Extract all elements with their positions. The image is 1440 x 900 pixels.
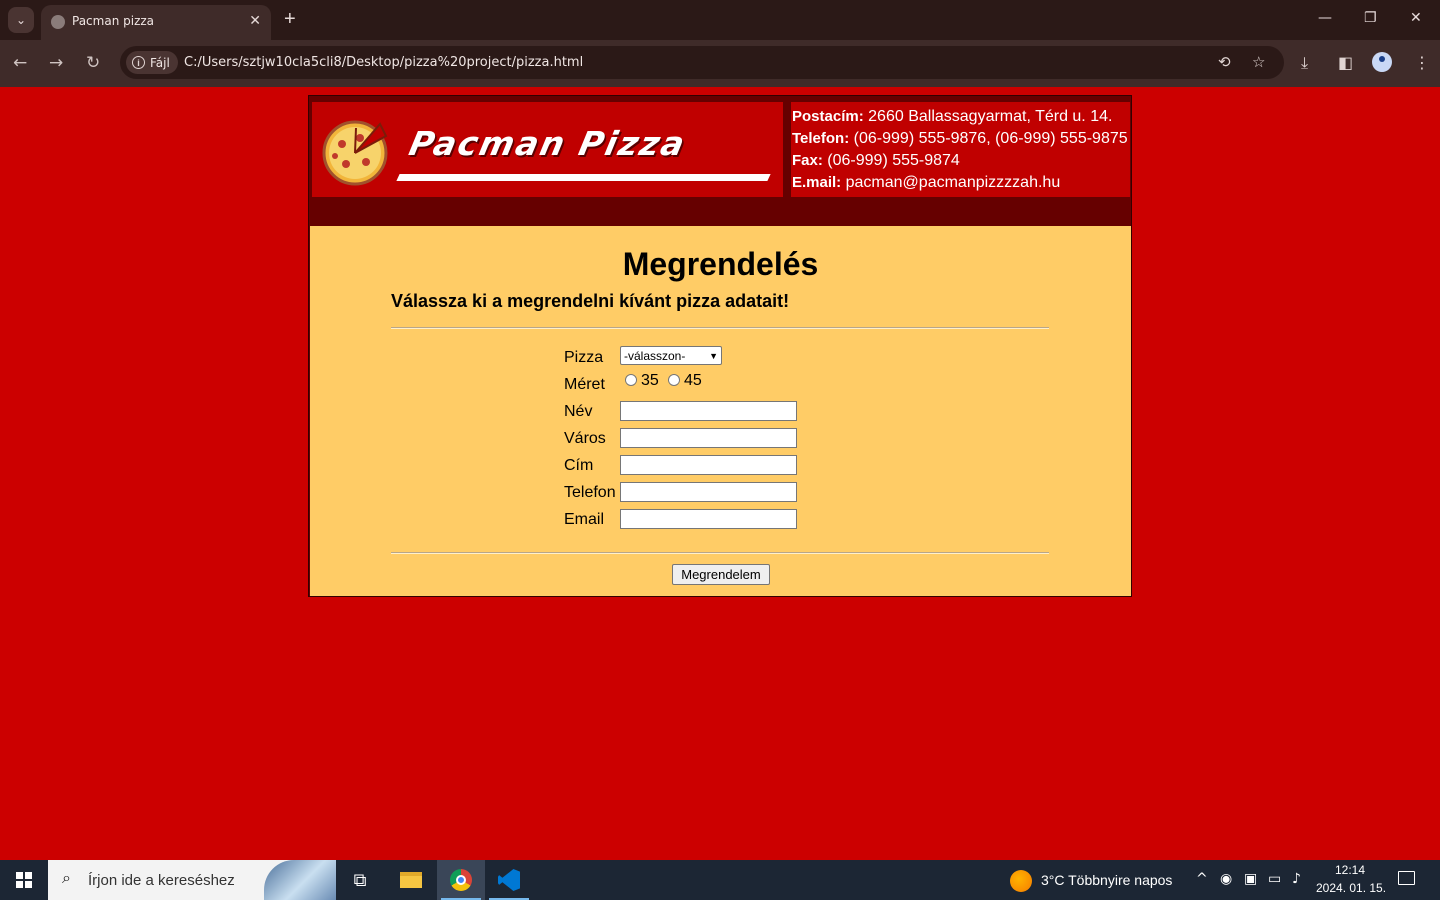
divider-bottom — [391, 552, 1049, 554]
phone-label: Telefon: — [792, 130, 850, 147]
camera-icon[interactable]: ▣ — [1244, 871, 1257, 887]
logo-underline — [396, 174, 771, 181]
volume-muted-icon[interactable]: ♪ — [1292, 871, 1301, 887]
back-icon[interactable]: ← — [13, 53, 27, 73]
start-button[interactable] — [0, 860, 48, 900]
chevron-up-icon[interactable]: ^ — [1196, 871, 1208, 887]
profile-icon[interactable] — [1372, 52, 1392, 72]
chrome-taskbar-button[interactable] — [437, 860, 485, 900]
file-explorer-button[interactable] — [387, 860, 435, 900]
name-field[interactable] — [620, 401, 797, 421]
info-icon: i — [132, 56, 145, 69]
task-view-button[interactable]: ⧉ — [336, 860, 384, 900]
postal-address: Postacím: 2660 Ballassagyarmat, Térd u. … — [792, 108, 1112, 126]
logo-panel: Pacman Pizza — [312, 102, 783, 197]
taskbar-search-placeholder: Írjon ide a kereséshez — [88, 872, 235, 889]
vscode-taskbar-button[interactable] — [485, 860, 533, 900]
site-header: Pacman Pizza Postacím: 2660 Ballassagyar… — [309, 96, 1131, 202]
size-option-45-label: 45 — [684, 372, 702, 389]
size-option-35-label: 35 — [641, 372, 659, 389]
name-label: Név — [564, 403, 593, 420]
window-close-icon[interactable]: ✕ — [1410, 10, 1422, 26]
search-icon: ⌕ — [62, 870, 71, 887]
reload-icon[interactable]: ↻ — [86, 53, 100, 73]
pizza-select[interactable]: -válasszon- ▼ — [620, 346, 722, 365]
notification-icon[interactable] — [1398, 871, 1415, 885]
pizza-label: Pizza — [564, 349, 604, 366]
clock-date[interactable]: 2024. 01. 15. — [1316, 881, 1386, 895]
restore-icon[interactable]: ❐ — [1364, 10, 1377, 26]
contact-info: Postacím: 2660 Ballassagyarmat, Térd u. … — [791, 102, 1130, 197]
download-icon[interactable]: ⤓ — [1301, 53, 1308, 73]
phone-field[interactable] — [620, 482, 797, 502]
order-content: Megrendelés Válassza ki a megrendelni kí… — [310, 226, 1131, 596]
pizza-logo-icon — [322, 120, 388, 186]
address-field[interactable] — [620, 455, 797, 475]
taskbar-search-box[interactable]: ⌕ Írjon ide a kereséshez — [48, 860, 336, 900]
chrome-icon — [450, 869, 472, 891]
search-highlight-icon — [264, 860, 336, 900]
phone-numbers: Telefon: (06-999) 555-9876, (06-999) 555… — [792, 130, 1128, 148]
windows-icon — [16, 872, 32, 888]
minimize-icon[interactable]: — — [1318, 10, 1332, 26]
postal-value: 2660 Ballassagyarmat, Térd u. 14. — [863, 108, 1113, 125]
email-field[interactable] — [620, 509, 797, 529]
task-view-icon: ⧉ — [353, 869, 367, 890]
vscode-icon — [498, 869, 520, 891]
size-radio-35[interactable] — [625, 374, 637, 386]
url-text[interactable]: C:/Users/sztjw10cla5cli8/Desktop/pizza%2… — [184, 55, 583, 70]
tab-search-button[interactable]: ⌄ — [8, 7, 34, 33]
network-icon[interactable]: ▭ — [1268, 871, 1281, 887]
new-tab-button[interactable]: + — [284, 7, 296, 31]
tab-title: Pacman pizza — [72, 14, 155, 28]
fax-value: (06-999) 555-9874 — [822, 152, 960, 169]
city-field[interactable] — [620, 428, 797, 448]
phone-value: (06-999) 555-9876, (06-999) 555-9875 — [849, 130, 1128, 147]
forward-icon[interactable]: → — [49, 53, 63, 73]
tab-close-icon[interactable]: ✕ — [249, 12, 261, 29]
page-subtitle: Válassza ki a megrendelni kívánt pizza a… — [391, 291, 790, 311]
pizza-select-value: -válasszon- — [624, 348, 686, 363]
file-explorer-icon — [400, 872, 422, 888]
fax-label: Fax: — [792, 152, 823, 169]
site-info-chip[interactable]: i Fájl — [126, 51, 178, 74]
address-bar[interactable]: i Fájl C:/Users/sztjw10cla5cli8/Desktop/… — [120, 46, 1284, 79]
email-field-label: Email — [564, 511, 605, 528]
email-value: pacman@pacmanpizzzzah.hu — [841, 174, 1061, 191]
weather-sun-icon[interactable] — [1010, 870, 1032, 892]
size-radio-45[interactable] — [668, 374, 680, 386]
weather-text[interactable]: 3°C Többnyire napos — [1041, 872, 1172, 888]
clock-time[interactable]: 12:14 — [1322, 863, 1378, 877]
translate-icon[interactable]: ⟲ — [1218, 53, 1231, 71]
site-chip-label: Fájl — [150, 55, 170, 70]
email-label: E.mail: — [792, 174, 842, 191]
nav-strip — [309, 202, 1131, 224]
browser-tab-bar: ⌄ Pacman pizza ✕ + — ❐ ✕ — [0, 0, 1440, 40]
fax-number: Fax: (06-999) 555-9874 — [792, 152, 960, 170]
divider-top — [391, 327, 1049, 329]
bookmark-star-icon[interactable]: ☆ — [1252, 53, 1265, 71]
phone-field-label: Telefon — [564, 484, 616, 501]
size-label: Méret — [564, 376, 605, 393]
chevron-down-icon: ▼ — [709, 350, 718, 361]
email-address: E.mail: pacman@pacmanpizzzzah.hu — [792, 174, 1060, 192]
order-submit-button[interactable]: Megrendelem — [672, 564, 770, 585]
address-label: Cím — [564, 457, 594, 474]
record-icon[interactable]: ◉ — [1220, 871, 1232, 887]
taskbar: ⌕ Írjon ide a kereséshez ⧉ 3°C Többnyire… — [0, 860, 1440, 900]
logo-wordmark: Pacman Pizza — [405, 124, 690, 163]
city-label: Város — [564, 430, 606, 447]
menu-icon[interactable]: ⋮ — [1414, 53, 1430, 72]
side-panel-icon[interactable]: ◧ — [1338, 53, 1353, 72]
globe-icon — [51, 15, 65, 29]
browser-toolbar: ← → ↻ i Fájl C:/Users/sztjw10cla5cli8/De… — [0, 40, 1440, 87]
postal-label: Postacím: — [792, 108, 864, 125]
page-title: Megrendelés — [622, 246, 819, 282]
page-container: Pacman Pizza Postacím: 2660 Ballassagyar… — [308, 95, 1132, 597]
browser-tab[interactable]: Pacman pizza ✕ — [41, 5, 271, 40]
